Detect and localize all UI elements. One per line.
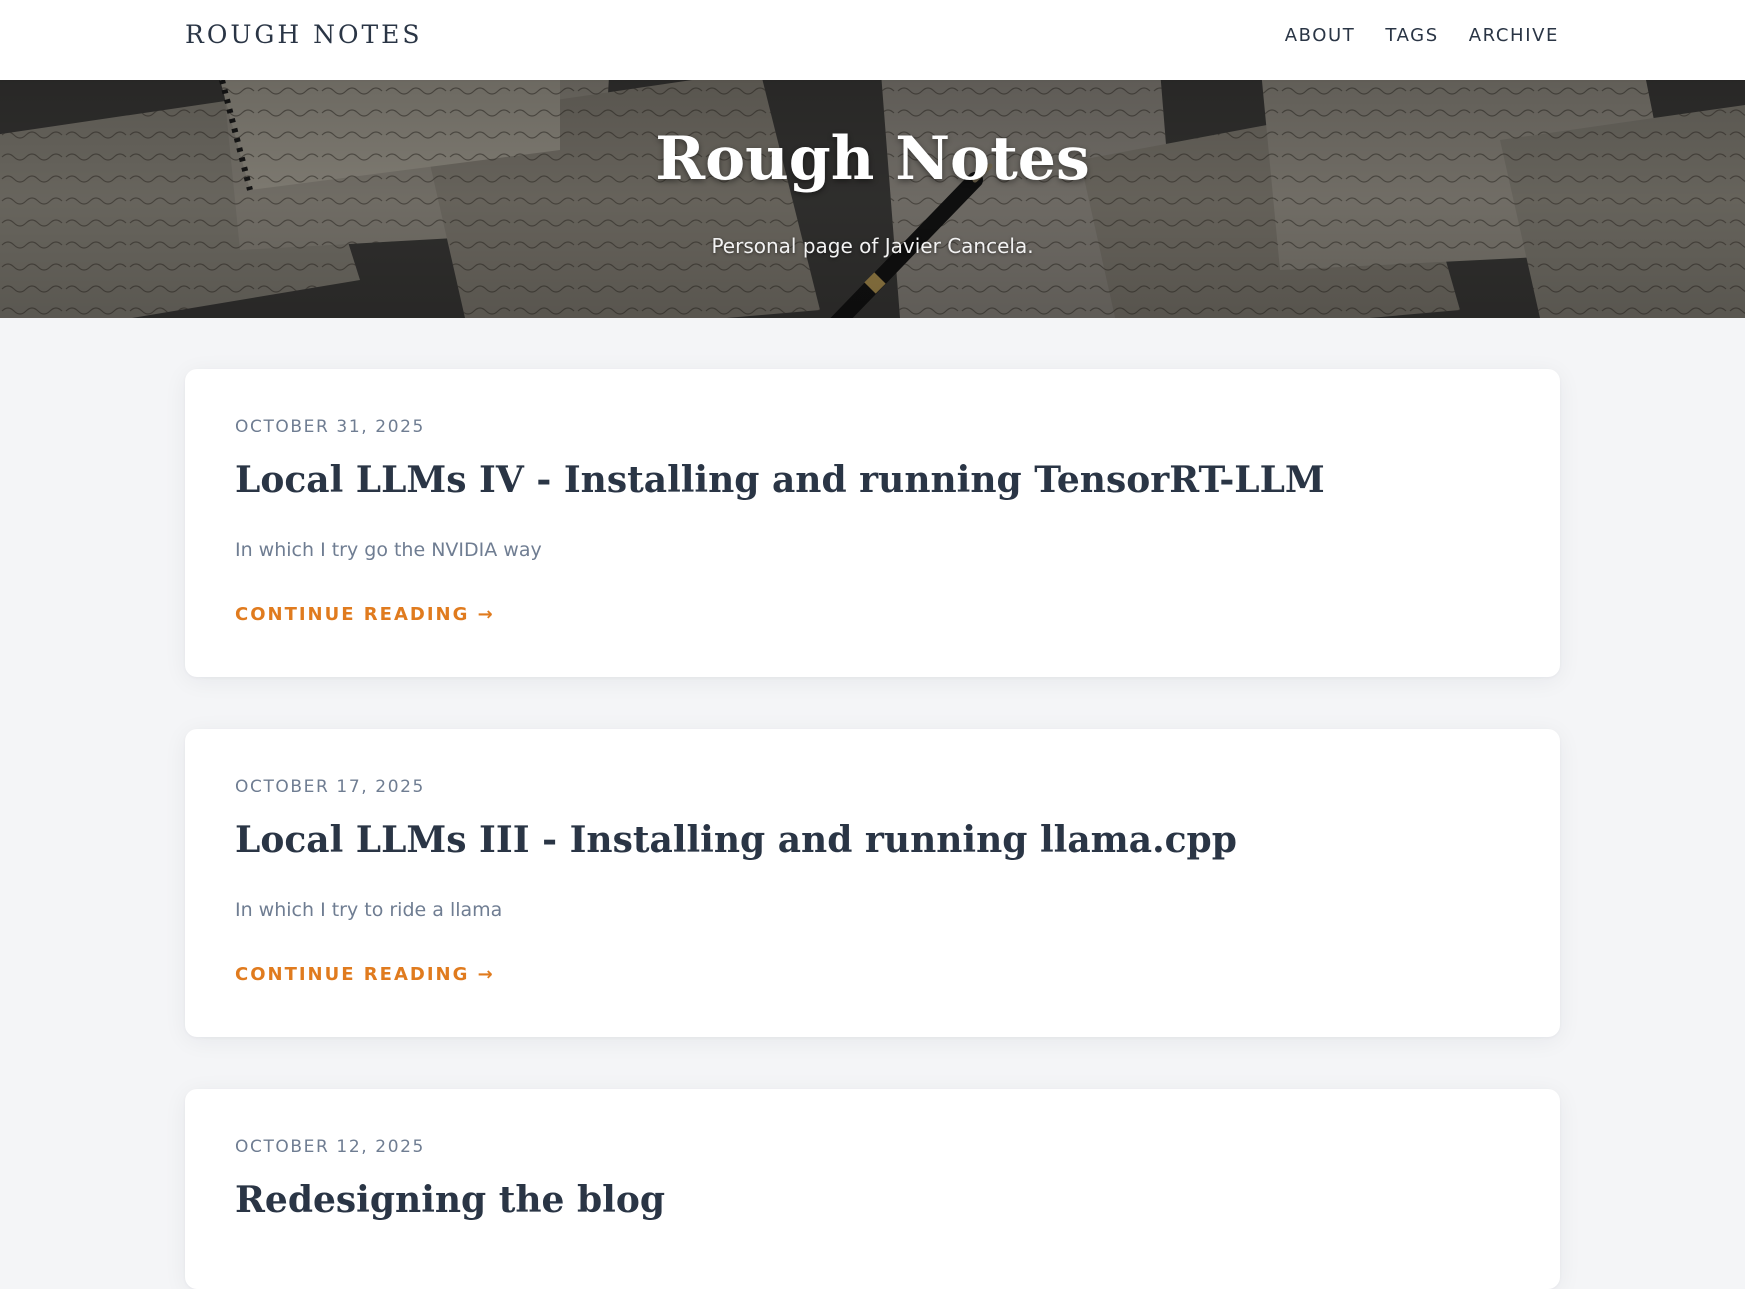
continue-reading-link[interactable]: CONTINUE READING →	[235, 964, 495, 985]
brand-logo-link[interactable]: ROUGH NOTES	[185, 20, 423, 49]
site-header: ROUGH NOTES ABOUT TAGS ARCHIVE	[0, 0, 1745, 80]
post-date: OCTOBER 31, 2025	[235, 417, 425, 437]
nav-link-about[interactable]: ABOUT	[1285, 25, 1356, 46]
post-date: OCTOBER 12, 2025	[235, 1137, 425, 1157]
post-date: OCTOBER 17, 2025	[235, 777, 425, 797]
nav-link-archive[interactable]: ARCHIVE	[1469, 25, 1559, 46]
nav-link-tags[interactable]: TAGS	[1385, 25, 1438, 46]
post-card: OCTOBER 17, 2025 Local LLMs III - Instal…	[185, 729, 1560, 1037]
post-card: OCTOBER 31, 2025 Local LLMs IV - Install…	[185, 369, 1560, 677]
hero-banner: Rough Notes Personal page of Javier Canc…	[0, 80, 1745, 318]
post-title-link[interactable]: Redesigning the blog	[235, 1179, 665, 1221]
post-excerpt: In which I try go the NVIDIA way	[235, 539, 542, 561]
main-nav: ABOUT TAGS ARCHIVE	[1285, 25, 1559, 46]
hero-background-image	[0, 80, 1745, 318]
post-title-link[interactable]: Local LLMs III - Installing and running …	[235, 819, 1237, 861]
hero-subtitle: Personal page of Javier Cancela.	[711, 234, 1034, 258]
post-excerpt: In which I try to ride a llama	[235, 899, 503, 921]
continue-reading-link[interactable]: CONTINUE READING →	[235, 604, 495, 625]
post-card: OCTOBER 12, 2025 Redesigning the blog	[185, 1089, 1560, 1289]
hero-title: Rough Notes	[655, 124, 1090, 194]
post-title-link[interactable]: Local LLMs IV - Installing and running T…	[235, 459, 1325, 501]
